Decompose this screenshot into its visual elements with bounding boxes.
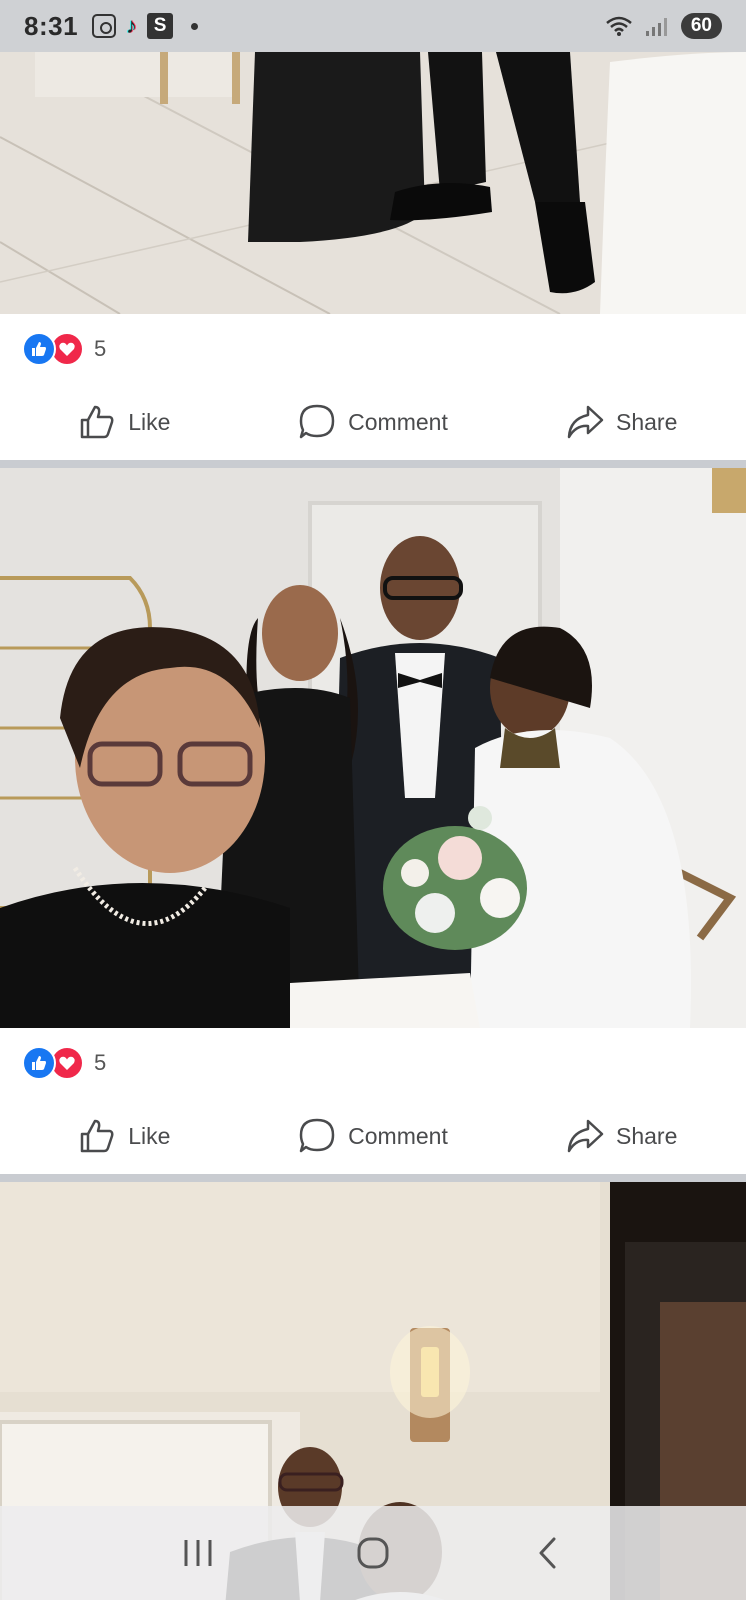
comment-bubble-icon	[299, 404, 335, 439]
like-button[interactable]: Like	[0, 1117, 249, 1155]
post-actions: Like Comment Share	[0, 1098, 746, 1174]
reactions-summary[interactable]: 5	[0, 314, 746, 384]
notification-dot-icon	[191, 22, 199, 30]
share-label: Share	[615, 1122, 678, 1149]
comment-label: Comment	[348, 1122, 448, 1149]
system-icons: 60	[605, 13, 722, 39]
share-label: Share	[615, 408, 678, 435]
post-actions: Like Comment Share	[0, 384, 746, 460]
home-icon	[357, 1537, 389, 1569]
comment-bubble-icon	[299, 1118, 335, 1153]
back-button[interactable]	[523, 1528, 573, 1578]
like-reaction-icon	[22, 1046, 56, 1080]
post-photo-2[interactable]	[0, 468, 746, 1028]
system-navigation-bar	[0, 1506, 746, 1600]
share-arrow-icon	[567, 1119, 604, 1153]
comment-label: Comment	[348, 408, 448, 435]
screenshot-icon	[92, 14, 117, 38]
tiktok-icon: ♪	[126, 13, 138, 38]
post-separator	[0, 460, 746, 468]
photo-scene-group-selfie	[0, 468, 746, 1028]
comment-button[interactable]: Comment	[249, 1117, 498, 1155]
post-2-footer: 5 Like Comment Share	[0, 1028, 746, 1174]
share-button[interactable]: Share	[497, 403, 746, 441]
share-arrow-icon	[567, 405, 604, 439]
reaction-count: 5	[94, 336, 107, 361]
post-separator	[0, 1174, 746, 1182]
share-button[interactable]: Share	[497, 1117, 746, 1155]
like-button[interactable]: Like	[0, 403, 249, 441]
status-time: 8:31	[24, 10, 79, 41]
post-1-footer: 5 Like Comment Share	[0, 314, 746, 460]
photo-scene-floor	[0, 52, 746, 314]
status-bar: 8:31 ♪ S 60	[0, 0, 746, 52]
feed[interactable]: 5 Like Comment Share 5 Like Comment Shar…	[0, 52, 746, 1600]
s-app-icon: S	[147, 13, 174, 39]
notification-icons: ♪ S	[92, 13, 199, 39]
battery-icon: 60	[680, 13, 722, 39]
signal-icon	[645, 18, 667, 36]
like-label: Like	[128, 1122, 171, 1149]
post-photo-1[interactable]	[0, 52, 746, 314]
comment-button[interactable]: Comment	[249, 403, 498, 441]
thumbs-up-icon	[80, 405, 114, 439]
thumbs-up-icon	[80, 1119, 114, 1153]
reactions-summary[interactable]: 5	[0, 1028, 746, 1098]
like-label: Like	[128, 408, 171, 435]
wifi-icon	[606, 16, 632, 36]
recent-apps-icon	[184, 1540, 212, 1566]
reaction-count: 5	[94, 1050, 107, 1075]
back-icon	[539, 1537, 556, 1569]
like-reaction-icon	[22, 332, 56, 366]
home-button[interactable]	[348, 1528, 398, 1578]
recent-apps-button[interactable]	[173, 1528, 223, 1578]
